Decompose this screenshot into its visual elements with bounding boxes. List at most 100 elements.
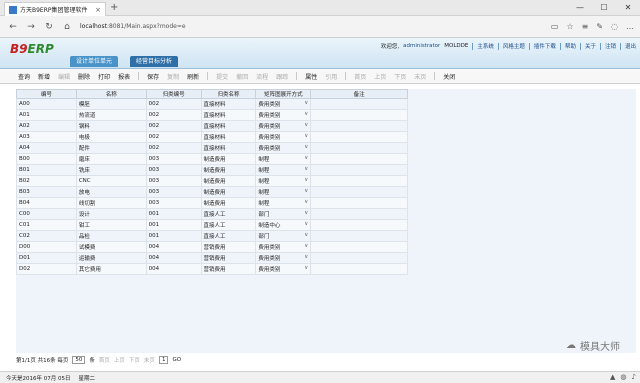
toolbar-button[interactable]: 删除	[78, 72, 90, 81]
chevron-down-icon[interactable]: ∨	[304, 221, 308, 227]
chevron-down-icon[interactable]: ∨	[304, 166, 308, 172]
table-row[interactable]: C02 品检 001 直接人工 部门 ∨	[16, 230, 408, 242]
expand-mode-select[interactable]: 费用类别 ∨	[255, 263, 312, 275]
toolbar-button[interactable]: 上页	[374, 72, 386, 81]
expand-mode-select[interactable]: 费用类别 ∨	[255, 98, 312, 110]
table-row[interactable]: B02 CNC 003 制造费用 制程 ∨	[16, 175, 408, 187]
plugin-download-link[interactable]: 插件下载	[534, 42, 556, 50]
share-icon[interactable]: ◌	[611, 20, 618, 34]
expand-mode-select[interactable]: 费用类别 ∨	[255, 131, 312, 143]
theme-link[interactable]: 风格主题	[503, 42, 525, 50]
go-button[interactable]: GO	[172, 357, 181, 363]
chevron-down-icon[interactable]: ∨	[304, 232, 308, 238]
expand-mode-select[interactable]: 费用类别 ∨	[255, 120, 312, 132]
toolbar-button[interactable]: 撤回	[236, 72, 248, 81]
toolbar-button[interactable]: 复制	[167, 72, 179, 81]
maximize-icon[interactable]: ☐	[592, 0, 616, 16]
toolbar-button[interactable]: 打印	[98, 72, 110, 81]
expand-mode-select[interactable]: 制程 ∨	[255, 175, 312, 187]
volume-icon[interactable]: ♪	[632, 373, 636, 381]
toolbar-button[interactable]: 首页	[354, 72, 366, 81]
window-close-icon[interactable]: ✕	[616, 0, 640, 16]
user-name-link[interactable]: administrator	[403, 43, 440, 49]
toolbar-button[interactable]: 末页	[414, 72, 426, 81]
chevron-down-icon[interactable]: ∨	[304, 210, 308, 216]
chevron-down-icon[interactable]: ∨	[304, 133, 308, 139]
toolbar-button[interactable]: 引用	[325, 72, 337, 81]
column-header[interactable]: 矩阵图展开方式	[255, 89, 312, 99]
chevron-down-icon[interactable]: ∨	[304, 199, 308, 205]
expand-mode-select[interactable]: 费用类别 ∨	[255, 252, 312, 264]
more-icon[interactable]: …	[626, 20, 634, 34]
table-row[interactable]: A01 热流道 002 直接材料 费用类别 ∨	[16, 109, 408, 121]
toolbar-button[interactable]: 关闭	[443, 72, 455, 81]
chevron-down-icon[interactable]: ∨	[304, 243, 308, 249]
chevron-down-icon[interactable]: ∨	[304, 100, 308, 106]
chevron-down-icon[interactable]: ∨	[304, 111, 308, 117]
expand-mode-select[interactable]: 制程 ∨	[255, 197, 312, 209]
toolbar-button[interactable]: 下页	[394, 72, 406, 81]
toolbar-button[interactable]: 提交	[216, 72, 228, 81]
table-row[interactable]: B03 放电 003 制造费用 制程 ∨	[16, 186, 408, 198]
expand-mode-select[interactable]: 制程 ∨	[255, 153, 312, 165]
toolbar-button[interactable]: 报表	[118, 72, 130, 81]
first-page-button[interactable]: 首页	[99, 356, 110, 364]
app-tab-business-analysis[interactable]: 经营目标分析	[130, 56, 179, 67]
page-size-input[interactable]: 50	[72, 356, 86, 364]
favorites-star-icon[interactable]: ☆	[566, 20, 573, 34]
chevron-down-icon[interactable]: ∨	[304, 254, 308, 260]
last-page-button[interactable]: 末页	[144, 356, 155, 364]
page-number-input[interactable]: 1	[158, 356, 169, 364]
table-row[interactable]: B01 铣床 003 制造费用 制程 ∨	[16, 164, 408, 176]
toolbar-button[interactable]: 刷新	[187, 72, 199, 81]
table-row[interactable]: A04 配件 002 直接材料 费用类别 ∨	[16, 142, 408, 154]
chevron-down-icon[interactable]: ∨	[304, 144, 308, 150]
browser-tab[interactable]: 方天B9ERP集团管理软件 ×	[4, 2, 106, 16]
chevron-down-icon[interactable]: ∨	[304, 177, 308, 183]
column-header[interactable]: 归类编号	[145, 89, 202, 99]
column-header[interactable]: 编号	[16, 89, 77, 99]
expand-mode-select[interactable]: 制造中心 ∨	[255, 219, 312, 231]
main-system-link[interactable]: 主系统	[477, 42, 494, 50]
table-row[interactable]: D00 试模费 004 营销费用 费用类别 ∨	[16, 241, 408, 253]
new-tab-icon[interactable]: +	[110, 2, 118, 14]
help-link[interactable]: 帮助	[565, 42, 576, 50]
table-row[interactable]: B04 线切割 003 制造费用 制程 ∨	[16, 197, 408, 209]
table-row[interactable]: C00 设计 001 直接人工 部门 ∨	[16, 208, 408, 220]
table-row[interactable]: D02 其它费用 004 营销费用 费用类别 ∨	[16, 263, 408, 275]
expand-mode-select[interactable]: 部门 ∨	[255, 208, 312, 220]
toolbar-button[interactable]: 新增	[38, 72, 50, 81]
chevron-down-icon[interactable]: ∨	[304, 155, 308, 161]
app-tab-design-unit[interactable]: 设计单位单元	[70, 56, 119, 67]
chevron-down-icon[interactable]: ∨	[304, 188, 308, 194]
table-row[interactable]: A02 钢料 002 直接材料 费用类别 ∨	[16, 120, 408, 132]
minimize-icon[interactable]: —	[568, 0, 592, 16]
notification-icon[interactable]: ▲	[610, 373, 615, 381]
address-bar[interactable]: localhost:8081/Main.aspx?mode=e	[80, 20, 380, 34]
close-tab-icon[interactable]: ×	[95, 6, 101, 14]
forward-arrow-icon[interactable]: →	[24, 20, 38, 34]
toolbar-button[interactable]: 保存	[147, 72, 159, 81]
prev-page-button[interactable]: 上页	[114, 356, 125, 364]
expand-mode-select[interactable]: 部门 ∨	[255, 230, 312, 242]
table-row[interactable]: C01 钳工 001 直接人工 制造中心 ∨	[16, 219, 408, 231]
table-row[interactable]: A00 模胚 002 直接材料 费用类别 ∨	[16, 98, 408, 110]
expand-mode-select[interactable]: 制程 ∨	[255, 164, 312, 176]
column-header[interactable]: 备注	[310, 89, 408, 99]
expand-mode-select[interactable]: 制程 ∨	[255, 186, 312, 198]
home-icon[interactable]: ⌂	[60, 20, 74, 34]
about-link[interactable]: 关于	[585, 42, 596, 50]
table-row[interactable]: D01 运输费 004 营销费用 费用类别 ∨	[16, 252, 408, 264]
column-header[interactable]: 名称	[75, 89, 147, 99]
network-icon[interactable]: ◍	[620, 373, 626, 381]
table-row[interactable]: B00 磨床 003 制造费用 制程 ∨	[16, 153, 408, 165]
toolbar-button[interactable]: 跟踪	[276, 72, 288, 81]
notes-icon[interactable]: ✎	[596, 20, 603, 34]
toolbar-button[interactable]: 属性	[305, 72, 317, 81]
column-header[interactable]: 归类名称	[200, 89, 257, 99]
refresh-icon[interactable]: ↻	[42, 20, 56, 34]
hub-icon[interactable]: ≡	[582, 20, 589, 34]
expand-mode-select[interactable]: 费用类别 ∨	[255, 109, 312, 121]
exit-link[interactable]: 退出	[625, 42, 636, 50]
toolbar-button[interactable]: 编辑	[58, 72, 70, 81]
